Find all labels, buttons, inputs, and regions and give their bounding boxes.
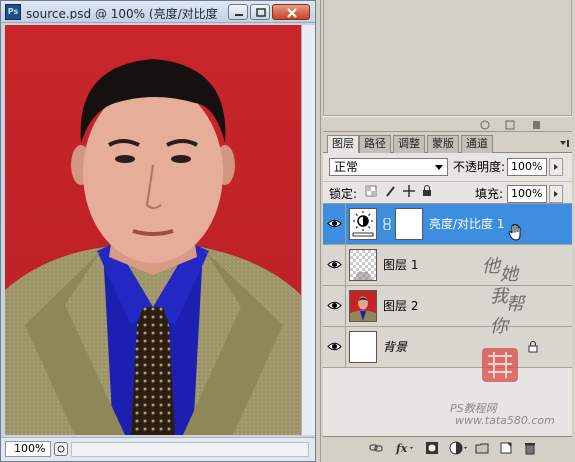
svg-text:他: 他: [482, 256, 502, 277]
layer-mask-thumbnail[interactable]: [395, 208, 423, 240]
new-layer-icon[interactable]: [499, 441, 513, 455]
svg-text:fx: fx: [395, 442, 408, 455]
tab-layers[interactable]: 图层: [327, 135, 359, 154]
layer-name: 图层 2: [383, 299, 419, 313]
chain-link-icon[interactable]: [383, 218, 391, 230]
brightness-contrast-icon: [352, 211, 374, 237]
horizontal-scrollbar[interactable]: [71, 442, 309, 457]
panel-menu-icon[interactable]: [558, 138, 570, 148]
opacity-input[interactable]: 100%: [507, 158, 547, 176]
fill-slider-button[interactable]: [549, 185, 563, 203]
zoom-level-field[interactable]: 100%: [5, 441, 51, 457]
layer-thumbnail[interactable]: [349, 249, 377, 281]
svg-text:你: 你: [490, 316, 511, 337]
document-title-bar[interactable]: Ps source.psd @ 100% (亮度/对比度 ...: [1, 1, 315, 23]
lock-pixels-icon[interactable]: [385, 185, 397, 197]
photoshop-app-icon: Ps: [5, 4, 21, 20]
svg-text:帮: 帮: [506, 294, 527, 315]
fill-input[interactable]: 100%: [507, 185, 547, 203]
tab-masks[interactable]: 蒙版: [427, 135, 459, 153]
fx-icon[interactable]: fx: [395, 441, 415, 455]
lock-transparency-icon[interactable]: [365, 185, 377, 197]
maximize-icon: [256, 8, 266, 17]
eye-icon[interactable]: [327, 217, 342, 230]
tab-channels[interactable]: 通道: [461, 135, 493, 153]
transparency-checker: [350, 250, 376, 280]
close-icon: [287, 8, 297, 18]
document-window: Ps source.psd @ 100% (亮度/对比度 ... 100%: [0, 0, 316, 462]
trash-icon[interactable]: [523, 441, 537, 455]
hand-cursor-icon: [508, 224, 521, 241]
eye-icon[interactable]: [327, 299, 342, 312]
adjustment-thumbnail[interactable]: [349, 208, 377, 240]
layers-panel-tabs: 图层 路径 调整 蒙版 通道: [323, 135, 572, 154]
red-seal-stamp: [482, 348, 518, 382]
adjustment-layer-icon[interactable]: [449, 441, 469, 455]
opacity-slider-button[interactable]: [549, 158, 563, 176]
minimize-button[interactable]: [228, 4, 248, 20]
close-button[interactable]: [272, 4, 310, 20]
eye-icon[interactable]: [327, 340, 342, 353]
lock-all-icon[interactable]: [421, 185, 433, 197]
opacity-label: 不透明度:: [453, 160, 506, 174]
layer-row-brightness-contrast[interactable]: 亮度/对比度 1: [323, 204, 572, 245]
background-thumbnail[interactable]: [349, 331, 377, 363]
layer-name: 亮度/对比度 1: [429, 217, 505, 231]
vertical-scrollbar[interactable]: [301, 25, 315, 435]
lock-label: 锁定:: [329, 187, 358, 201]
document-info-icon[interactable]: [54, 442, 68, 456]
add-mask-icon[interactable]: [425, 441, 439, 455]
blend-mode-select[interactable]: 正常: [329, 158, 448, 176]
layer-name: 背景: [383, 340, 408, 354]
tab-adjustments[interactable]: 调整: [393, 135, 425, 153]
folder-icon[interactable]: [475, 441, 489, 455]
chevron-down-icon: [435, 165, 443, 170]
layers-panel-footer: fx: [323, 436, 572, 458]
upper-panel-footer: [323, 116, 572, 132]
minimize-icon: [235, 14, 243, 16]
blend-mode-value: 正常: [334, 160, 359, 174]
portrait-thumbnail: [350, 291, 376, 321]
link-layers-icon[interactable]: [369, 441, 383, 455]
watermark-signature: 他 她 我 帮 你: [482, 256, 527, 382]
status-bar: 100%: [1, 437, 315, 461]
document-title: source.psd @ 100% (亮度/对比度 ...: [26, 7, 221, 19]
watermark-site-url: www.tata580.com: [455, 414, 555, 427]
fill-label: 填充:: [475, 187, 504, 201]
lock-position-icon[interactable]: [403, 185, 415, 197]
tab-paths[interactable]: 路径: [359, 135, 391, 153]
maximize-button[interactable]: [250, 4, 270, 20]
canvas-photo[interactable]: [5, 25, 301, 435]
svg-text:她: 她: [500, 264, 520, 285]
upper-panel-area: [323, 0, 572, 116]
portrait-image: [5, 25, 301, 435]
eye-icon[interactable]: [327, 258, 342, 271]
layer-name: 图层 1: [383, 258, 419, 272]
layer-thumbnail[interactable]: [349, 290, 377, 322]
